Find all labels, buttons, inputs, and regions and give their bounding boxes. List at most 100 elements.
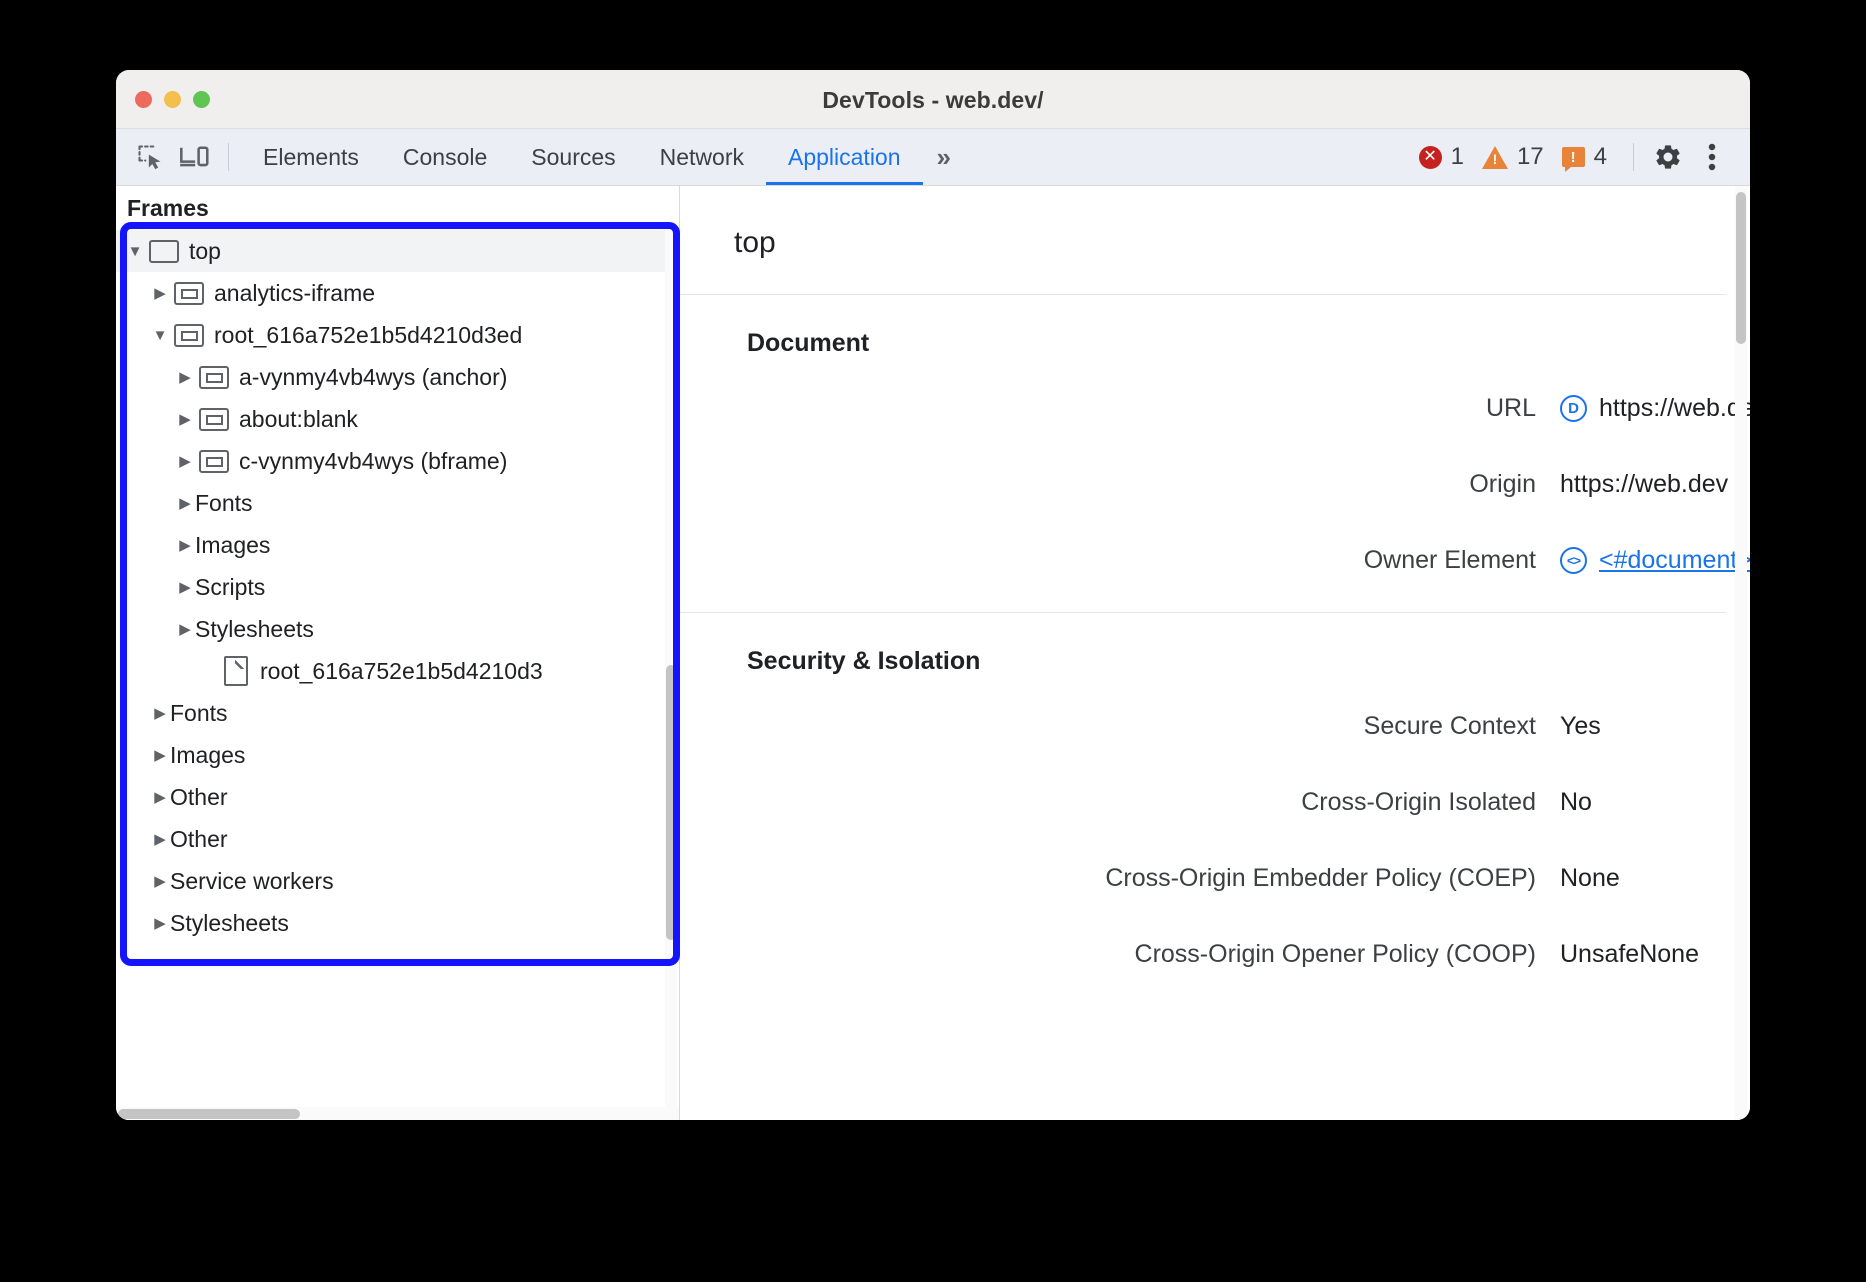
frame-tree-row[interactable]: ▶Other — [116, 776, 665, 818]
issue-counters: ✕ 1 17 ! 4 — [1415, 143, 1621, 171]
frame-tree-row-label: about:blank — [239, 406, 358, 433]
more-options-icon[interactable] — [1690, 135, 1734, 179]
file-icon — [224, 656, 248, 686]
device-toolbar-icon[interactable] — [172, 135, 216, 179]
tab-console[interactable]: Console — [381, 129, 509, 185]
frame-tree-row[interactable]: ▶Fonts — [116, 692, 665, 734]
chevron-right-icon[interactable]: ▶ — [175, 454, 195, 469]
detail-row-value[interactable]: <><#document> — [1560, 546, 1750, 575]
detail-row: Originhttps://web.dev — [680, 446, 1726, 522]
frame-tree-row-label: Stylesheets — [195, 616, 314, 643]
frame-tree-row[interactable]: ▶Images — [116, 734, 665, 776]
tab-sources[interactable]: Sources — [509, 129, 637, 185]
sidebar-vertical-scrollbar-thumb[interactable] — [666, 665, 676, 940]
chevron-right-icon[interactable]: ▶ — [175, 580, 195, 595]
frame-tree-row[interactable]: ▶ analytics-iframe — [116, 272, 665, 314]
section-heading: Document — [680, 329, 1726, 358]
frame-tree-row-label: analytics-iframe — [214, 280, 375, 307]
tab-elements[interactable]: Elements — [241, 129, 381, 185]
frame-tree-row-label: Images — [195, 532, 270, 559]
toolbar-divider — [228, 143, 229, 171]
chevron-down-icon[interactable]: ▼ — [125, 244, 145, 259]
error-counter[interactable]: ✕ 1 — [1419, 143, 1464, 171]
chevron-right-icon[interactable]: ▶ — [150, 916, 170, 931]
section-heading: Security & Isolation — [680, 647, 1726, 676]
detail-row-value: No — [1560, 788, 1592, 817]
page-title: top — [680, 186, 1726, 294]
frame-tree-row-label: Other — [170, 826, 228, 853]
main-vertical-scrollbar-thumb[interactable] — [1736, 192, 1746, 344]
detail-row-key: URL — [680, 394, 1560, 423]
frame-tree-row[interactable]: ▶ about:blank — [116, 398, 665, 440]
frame-tree-row-label: top — [189, 238, 221, 265]
chevron-right-icon[interactable]: ▶ — [150, 748, 170, 763]
main-vertical-scrollbar[interactable] — [1735, 186, 1747, 1120]
detail-row-key: Cross-Origin Embedder Policy (COEP) — [680, 864, 1560, 893]
inspect-element-icon[interactable] — [128, 135, 172, 179]
chevron-right-icon[interactable]: ▶ — [150, 832, 170, 847]
chevron-right-icon[interactable]: ▶ — [150, 706, 170, 721]
window-title: DevTools - web.dev/ — [116, 87, 1750, 114]
sidebar-horizontal-scrollbar[interactable] — [116, 1107, 679, 1120]
detail-row-value: UnsafeNone — [1560, 940, 1699, 969]
devtools-toolbar: Elements Console Sources Network Applica… — [116, 129, 1750, 186]
chevron-right-icon[interactable]: ▶ — [150, 286, 170, 301]
detail-row-value-text: None — [1560, 864, 1620, 893]
detail-row-key: Origin — [680, 470, 1560, 499]
issue-icon: ! — [1562, 147, 1585, 167]
detail-row-value: Dhttps://web.dev/ — [1560, 394, 1750, 423]
frame-tree-row-label: Fonts — [195, 490, 253, 517]
frame-tree-row[interactable]: ▶Stylesheets — [116, 902, 665, 944]
frame-tree-row-label: root_616a752e1b5d4210d3ed — [214, 322, 522, 349]
chevron-right-icon[interactable]: ▶ — [175, 370, 195, 385]
chevron-down-icon[interactable]: ▼ — [150, 328, 170, 343]
tab-network[interactable]: Network — [638, 129, 766, 185]
error-icon: ✕ — [1419, 146, 1442, 169]
subframe-icon — [199, 450, 229, 473]
issue-count: 4 — [1594, 143, 1607, 171]
frame-tree-row[interactable]: ▼ top — [116, 230, 665, 272]
frame-tree-row[interactable]: root_616a752e1b5d4210d3 — [116, 650, 665, 692]
detail-row: Cross-Origin Opener Policy (COOP)UnsafeN… — [680, 916, 1726, 992]
issue-counter[interactable]: ! 4 — [1562, 143, 1607, 171]
frame-tree-row-label: root_616a752e1b5d4210d3 — [260, 658, 543, 685]
detail-row-value: None — [1560, 864, 1620, 893]
frame-tree-row[interactable]: ▶Fonts — [116, 482, 665, 524]
frame-tree-row[interactable]: ▶Other — [116, 818, 665, 860]
frame-tree-row-label: Fonts — [170, 700, 228, 727]
frame-tree-row-label: Stylesheets — [170, 910, 289, 937]
detail-row-value-text[interactable]: <#document> — [1599, 546, 1750, 575]
frame-tree-row[interactable]: ▶Scripts — [116, 566, 665, 608]
chevron-right-icon[interactable]: ▶ — [150, 790, 170, 805]
frame-tree-row-label: Service workers — [170, 868, 334, 895]
frames-sidebar: Frames ▼top▶analytics-iframe▼root_616a75… — [116, 186, 680, 1120]
frame-tree-row[interactable]: ▶Stylesheets — [116, 608, 665, 650]
warning-count: 17 — [1517, 143, 1544, 171]
frame-tree-row-label: Scripts — [195, 574, 265, 601]
frame-tree-row[interactable]: ▼ root_616a752e1b5d4210d3ed — [116, 314, 665, 356]
frame-tree-row[interactable]: ▶Images — [116, 524, 665, 566]
detail-row-value: Yes — [1560, 712, 1601, 741]
frame-tree-row[interactable]: ▶c-vynmy4vb4wys (bframe) — [116, 440, 665, 482]
chevron-right-icon[interactable]: ▶ — [175, 412, 195, 427]
chevron-right-icon[interactable]: ▶ — [175, 538, 195, 553]
gear-icon[interactable] — [1646, 135, 1690, 179]
frame-tree-row[interactable]: ▶Service workers — [116, 860, 665, 902]
tab-application[interactable]: Application — [766, 129, 923, 185]
frame-details-content: top Document URLDhttps://web.dev/Originht… — [680, 186, 1750, 1006]
details-section: Security & Isolation Secure ContextYes Cro… — [680, 612, 1726, 1006]
frame-tree-row[interactable]: ▶a-vynmy4vb4wys (anchor) — [116, 356, 665, 398]
subframe-icon — [199, 408, 229, 431]
warning-icon — [1482, 146, 1508, 169]
chevron-right-icon[interactable]: ▶ — [175, 496, 195, 511]
warning-counter[interactable]: 17 — [1482, 143, 1544, 171]
chevron-right-icon[interactable]: ▶ — [150, 874, 170, 889]
frames-tree[interactable]: ▼ top ▶ analytics-iframe ▼ root_616a752e1b5d4… — [116, 230, 665, 1106]
more-tabs-icon[interactable]: » — [923, 142, 961, 173]
detail-row-key: Secure Context — [680, 712, 1560, 741]
detail-row-value-text: Yes — [1560, 712, 1601, 741]
subframe-icon — [174, 324, 204, 347]
sidebar-vertical-scrollbar[interactable] — [665, 230, 677, 1120]
sidebar-horizontal-scrollbar-thumb[interactable] — [118, 1109, 300, 1119]
chevron-right-icon[interactable]: ▶ — [175, 622, 195, 637]
